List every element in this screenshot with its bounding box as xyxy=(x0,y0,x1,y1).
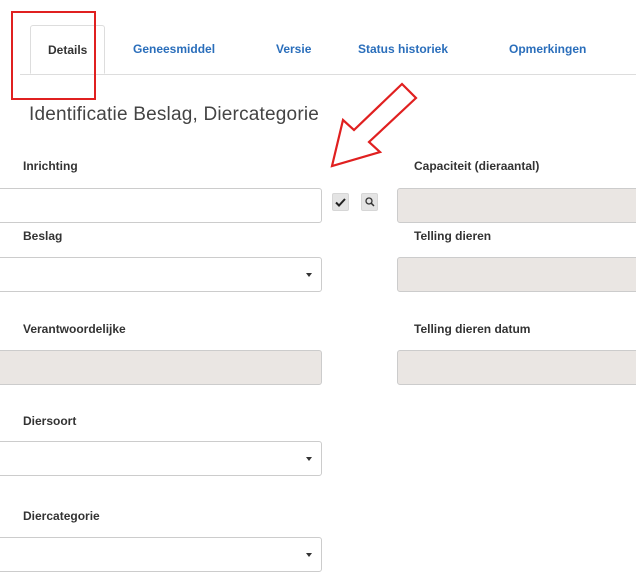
diersoort-label: Diersoort xyxy=(23,414,77,428)
tab-opmerkingen[interactable]: Opmerkingen xyxy=(509,25,586,73)
beslag-label: Beslag xyxy=(23,229,63,243)
telling-dieren-datum-label: Telling dieren datum xyxy=(414,322,531,336)
caret-down-icon xyxy=(306,272,312,277)
verantwoordelijke-field xyxy=(0,350,322,385)
inrichting-label: Inrichting xyxy=(23,159,78,173)
diercategorie-select[interactable] xyxy=(0,537,322,572)
verantwoordelijke-label: Verantwoordelijke xyxy=(23,322,126,336)
check-icon xyxy=(335,197,346,207)
tab-versie[interactable]: Versie xyxy=(276,25,311,73)
diersoort-select[interactable] xyxy=(0,441,322,476)
beslag-select[interactable] xyxy=(0,257,322,292)
caret-down-icon xyxy=(306,552,312,557)
annotation-arrow xyxy=(330,82,418,168)
inrichting-input[interactable] xyxy=(0,188,322,223)
confirm-button[interactable] xyxy=(332,193,349,211)
tab-bar: Details Geneesmiddel Versie Status histo… xyxy=(20,25,636,75)
tab-geneesmiddel[interactable]: Geneesmiddel xyxy=(133,25,215,73)
telling-dieren-datum-field xyxy=(397,350,636,385)
caret-down-icon xyxy=(306,456,312,461)
section-title: Identificatie Beslag, Diercategorie xyxy=(29,104,320,125)
capaciteit-field xyxy=(397,188,636,223)
search-icon xyxy=(364,197,375,207)
telling-dieren-field xyxy=(397,257,636,292)
telling-dieren-label: Telling dieren xyxy=(414,229,492,243)
tab-status-historiek[interactable]: Status historiek xyxy=(358,25,448,73)
capaciteit-label: Capaciteit (dieraantal) xyxy=(414,159,540,173)
search-button[interactable] xyxy=(361,193,378,211)
diercategorie-label: Diercategorie xyxy=(23,509,100,523)
annotation-highlight-box xyxy=(11,11,96,100)
